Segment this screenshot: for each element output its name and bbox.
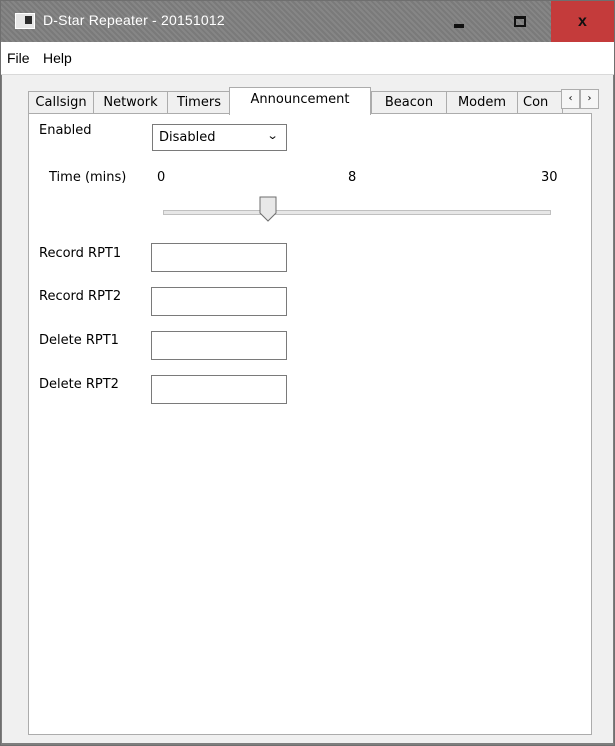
title-bar[interactable]: D-Star Repeater - 20151012 x — [1, 1, 614, 42]
tab-con[interactable]: Con — [517, 91, 563, 113]
client-area: Callsign Network Timers Announcement Bea… — [2, 75, 613, 743]
window-title: D-Star Repeater - 20151012 — [43, 12, 225, 28]
chevron-left-icon: ‹ — [568, 93, 573, 104]
maximize-button[interactable] — [489, 1, 550, 42]
close-icon: x — [578, 12, 587, 30]
slider-min-label: 0 — [157, 170, 166, 185]
app-icon — [15, 13, 35, 29]
time-label: Time (mins) — [49, 170, 127, 185]
enabled-dropdown[interactable]: Disabled ⌄ — [152, 124, 287, 151]
tab-modem[interactable]: Modem — [446, 91, 518, 114]
close-button[interactable]: x — [551, 1, 614, 42]
tab-timers[interactable]: Timers — [167, 91, 231, 114]
chevron-down-icon: ⌄ — [266, 129, 279, 142]
time-slider-track[interactable] — [163, 210, 551, 215]
slider-max-label: 30 — [541, 170, 558, 185]
slider-value-label: 8 — [348, 170, 357, 185]
enabled-label: Enabled — [39, 123, 92, 138]
chevron-right-icon: › — [587, 93, 592, 104]
enabled-value: Disabled — [159, 130, 216, 145]
delete-rpt1-input[interactable] — [151, 331, 287, 360]
maximize-icon — [513, 16, 526, 27]
record-rpt2-label: Record RPT2 — [39, 289, 122, 304]
menu-bar: File Help — [1, 42, 614, 75]
tab-strip: Callsign Network Timers Announcement Bea… — [28, 87, 615, 115]
tab-network[interactable]: Network — [93, 91, 168, 114]
delete-rpt1-label: Delete RPT1 — [39, 333, 119, 348]
record-rpt1-input[interactable] — [151, 243, 287, 272]
tab-scroll-right-button[interactable]: › — [580, 89, 599, 109]
app-window: D-Star Repeater - 20151012 x File Help C… — [0, 0, 615, 746]
tab-announcement[interactable]: Announcement — [229, 87, 371, 115]
record-rpt2-input[interactable] — [151, 287, 287, 316]
delete-rpt2-label: Delete RPT2 — [39, 377, 119, 392]
minimize-button[interactable] — [428, 1, 489, 42]
tab-callsign[interactable]: Callsign — [28, 91, 94, 114]
tab-beacon[interactable]: Beacon — [371, 91, 447, 114]
record-rpt1-label: Record RPT1 — [39, 246, 122, 261]
menu-file[interactable]: File — [1, 50, 36, 66]
minimize-icon — [453, 23, 464, 28]
announcement-panel: Enabled Disabled ⌄ Time (mins) 0 8 30 Re… — [28, 113, 592, 735]
time-slider-thumb[interactable] — [259, 196, 277, 222]
menu-help[interactable]: Help — [37, 50, 78, 66]
tab-scroll-left-button[interactable]: ‹ — [561, 89, 580, 109]
delete-rpt2-input[interactable] — [151, 375, 287, 404]
